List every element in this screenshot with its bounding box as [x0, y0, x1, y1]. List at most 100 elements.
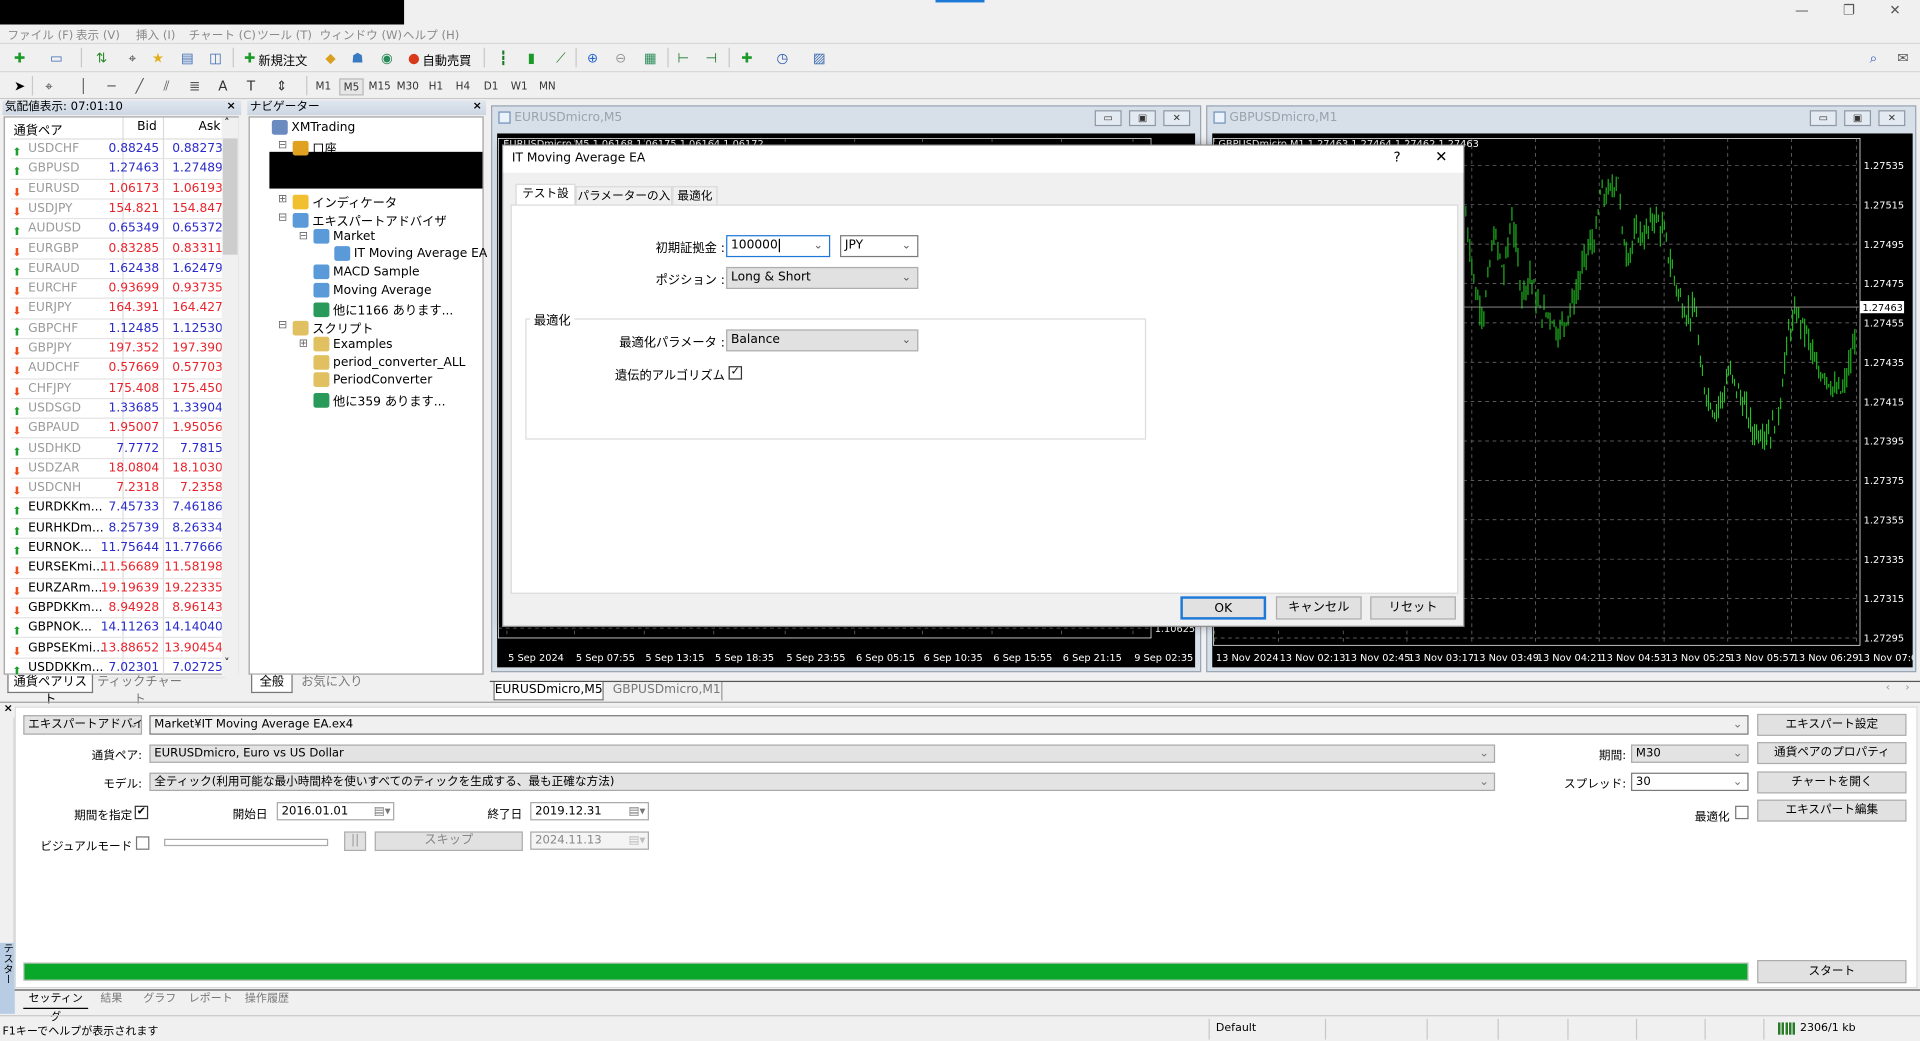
market-watch-icon[interactable]: ⇅ [92, 48, 112, 68]
expert-settings-button[interactable]: エキスパート設定 [1757, 713, 1907, 736]
navigator-item[interactable]: 他に359 あります... [313, 391, 445, 409]
market-watch-row[interactable]: ⬆ EURHKDm... 8.25739 8.26334 [11, 519, 226, 539]
navigator-item[interactable]: スクリプト [292, 318, 373, 337]
market-watch-row[interactable]: ⬆ EURNOK... 11.75644 11.77666 [11, 539, 226, 559]
tab-tick-chart[interactable]: ティックチャート [96, 675, 184, 707]
navigator-item[interactable]: インディケータ [292, 192, 397, 211]
menu-item[interactable]: ツール (T) [257, 26, 312, 42]
tab-inputs[interactable]: パラメーターの入力 [575, 186, 673, 222]
navigator-item[interactable]: MACD Sample [313, 264, 420, 280]
tab-settings[interactable]: セッティング [23, 991, 89, 1024]
symbol-properties-button[interactable]: 通貨ペアのプロパティ [1757, 742, 1907, 765]
menu-item[interactable]: 挿入 (I) [136, 26, 175, 42]
market-watch-row[interactable]: ⬆ GBPCHF 1.12485 1.12530 [11, 319, 226, 340]
tab-report[interactable]: レポート [189, 991, 233, 1009]
auto-scroll-icon[interactable]: ⊣ [702, 48, 722, 68]
skip-button[interactable]: スキップ [374, 831, 523, 852]
calendar-icon[interactable]: ▤▾ [374, 803, 391, 819]
expand-icon[interactable]: ⊞ [278, 193, 287, 205]
zoom-out-icon[interactable]: ⊖ [611, 48, 631, 68]
help-button[interactable]: ? [1393, 149, 1400, 165]
indicators-icon[interactable]: ▨ [809, 48, 829, 68]
ok-button[interactable]: OK [1180, 596, 1267, 620]
market-watch-row[interactable]: ⬇ USDZAR 18.0804 18.1030 [11, 459, 226, 479]
market-watch-row[interactable]: ⬇ GBPSEKmi... 13.88652 13.90454 [11, 639, 226, 659]
tester-side-label[interactable]: テスター [0, 942, 15, 1014]
navigator-item[interactable]: PeriodConverter [313, 372, 432, 387]
minimize-button[interactable]: — [1795, 2, 1808, 18]
menu-item[interactable]: ウィンドウ (W) [320, 26, 402, 42]
scrollbar-thumb[interactable] [222, 138, 238, 255]
close-icon[interactable]: × [473, 100, 482, 112]
period-select[interactable]: M30 ⌄ [1631, 744, 1749, 763]
timeframe-h4[interactable]: H4 [451, 78, 475, 95]
vertical-line-icon[interactable]: │ [73, 76, 93, 96]
scroll-up-icon[interactable]: ˄ [224, 118, 230, 130]
from-date-picker[interactable]: 2016.01.01 ▤▾ [276, 802, 395, 821]
cancel-button[interactable]: キャンセル [1275, 596, 1362, 620]
restore-button[interactable]: ❐ [1843, 2, 1855, 18]
column-symbol[interactable]: 通貨ペア [13, 120, 62, 138]
timeframe-m5[interactable]: M5 [339, 78, 364, 96]
scroll-down-icon[interactable]: ˅ [224, 658, 230, 670]
market-watch-row[interactable]: ⬇ EURSEKmi... 11.56689 11.58198 [11, 559, 226, 579]
model-select[interactable]: 全ティック(利用可能な最小時間枠を使いすべてのティックを生成する、最も正確な方法… [149, 772, 1496, 792]
tester-icon[interactable]: ◫ [206, 48, 226, 68]
scroll-left-icon[interactable]: ‹ [1886, 682, 1890, 694]
market-watch-row[interactable]: ⬇ USDJPY 154.821 154.847 [11, 199, 226, 220]
market-watch-row[interactable]: ⬆ USDSGD 1.33685 1.33904 [11, 399, 226, 420]
market-watch-row[interactable]: ⬇ USDCNH 7.2318 7.2358 [11, 479, 226, 499]
visual-mode-checkbox[interactable] [135, 836, 150, 850]
metaeditor-icon[interactable]: ◆ [321, 48, 341, 68]
navigator-item[interactable]: IT Moving Average EA [334, 246, 487, 261]
expand-icon[interactable]: ⊞ [299, 338, 308, 350]
column-ask[interactable]: Ask [199, 120, 221, 133]
trendline-icon[interactable]: ╱ [130, 76, 150, 96]
column-bid[interactable]: Bid [137, 120, 157, 133]
auto-trading-label[interactable]: 自動売買 [422, 50, 471, 68]
tab-chart-eurusd[interactable]: EURUSDmicro,M5 [493, 682, 604, 701]
close-button[interactable]: ✕ [1163, 110, 1191, 127]
minimize-button[interactable]: ▭ [1094, 110, 1122, 127]
horizontal-line-icon[interactable]: ─ [102, 76, 122, 96]
to-date-picker[interactable]: 2019.12.31 ▤▾ [530, 802, 649, 821]
search-icon[interactable]: ⌕ [1864, 48, 1884, 68]
market-watch-row[interactable]: ⬇ GBPJPY 197.352 197.390 [11, 339, 226, 360]
line-chart-icon[interactable]: ⟋ [551, 48, 571, 68]
position-select[interactable]: Long & Short ⌄ [726, 266, 919, 289]
menu-item[interactable]: チャート (C) [189, 26, 256, 42]
calendar-icon[interactable]: ▤▾ [628, 803, 645, 819]
close-button[interactable]: ✕ [1435, 148, 1447, 165]
navigator-item[interactable]: period_converter_ALL [313, 355, 466, 370]
symbol-select[interactable]: EURUSDmicro, Euro vs US Dollar ⌄ [149, 744, 1496, 763]
navigator-item[interactable]: Market [313, 228, 375, 244]
equidistant-channel-icon[interactable]: ⫽ [157, 76, 177, 96]
reset-button[interactable]: リセット [1370, 596, 1456, 620]
terminal-icon[interactable]: ▤ [178, 48, 198, 68]
market-watch-row[interactable]: ⬆ AUDUSD 0.65349 0.65372 [11, 219, 226, 240]
market-watch-row[interactable]: ⬇ EURCHF 0.93699 0.93735 [11, 279, 226, 300]
navigator-icon[interactable]: ★ [148, 48, 168, 68]
start-button[interactable]: スタート [1757, 960, 1907, 984]
market-watch-row[interactable]: ⬇ EURZARm... 19.19639 19.22335 [11, 579, 226, 599]
arrows-icon[interactable]: ⇕ [272, 76, 292, 96]
new-order-icon[interactable]: ✚ [240, 48, 260, 68]
tab-graph[interactable]: グラフ [143, 991, 176, 1009]
menu-item[interactable]: ファイル (F) [7, 26, 73, 42]
market-icon[interactable]: ◉ [377, 48, 397, 68]
market-watch-row[interactable]: ⬆ USDCHF 0.88245 0.88273 [11, 140, 226, 160]
market-watch-row[interactable]: ⬆ EURAUD 1.62438 1.62479 [11, 259, 226, 280]
collapse-icon[interactable]: ⊟ [278, 212, 287, 224]
connection-status-icon[interactable] [1777, 1022, 1796, 1035]
bar-chart-icon[interactable]: ┇ [493, 48, 513, 68]
navigator-item[interactable]: XMTrading [271, 120, 355, 135]
pause-button[interactable]: || [344, 831, 367, 852]
text-label-icon[interactable]: T [241, 76, 261, 96]
tile-windows-icon[interactable]: ▦ [640, 48, 660, 68]
navigator-item[interactable]: エキスパートアドバイザ [292, 211, 447, 229]
market-watch-row[interactable]: ⬆ USDHKD 7.7772 7.7815 [11, 439, 226, 459]
candlestick-icon[interactable]: ▮ [522, 48, 542, 68]
maximize-button[interactable]: ▣ [1844, 110, 1872, 127]
tab-symbols[interactable]: 通貨ペアリスト [7, 674, 94, 707]
close-icon[interactable]: × [227, 100, 236, 112]
